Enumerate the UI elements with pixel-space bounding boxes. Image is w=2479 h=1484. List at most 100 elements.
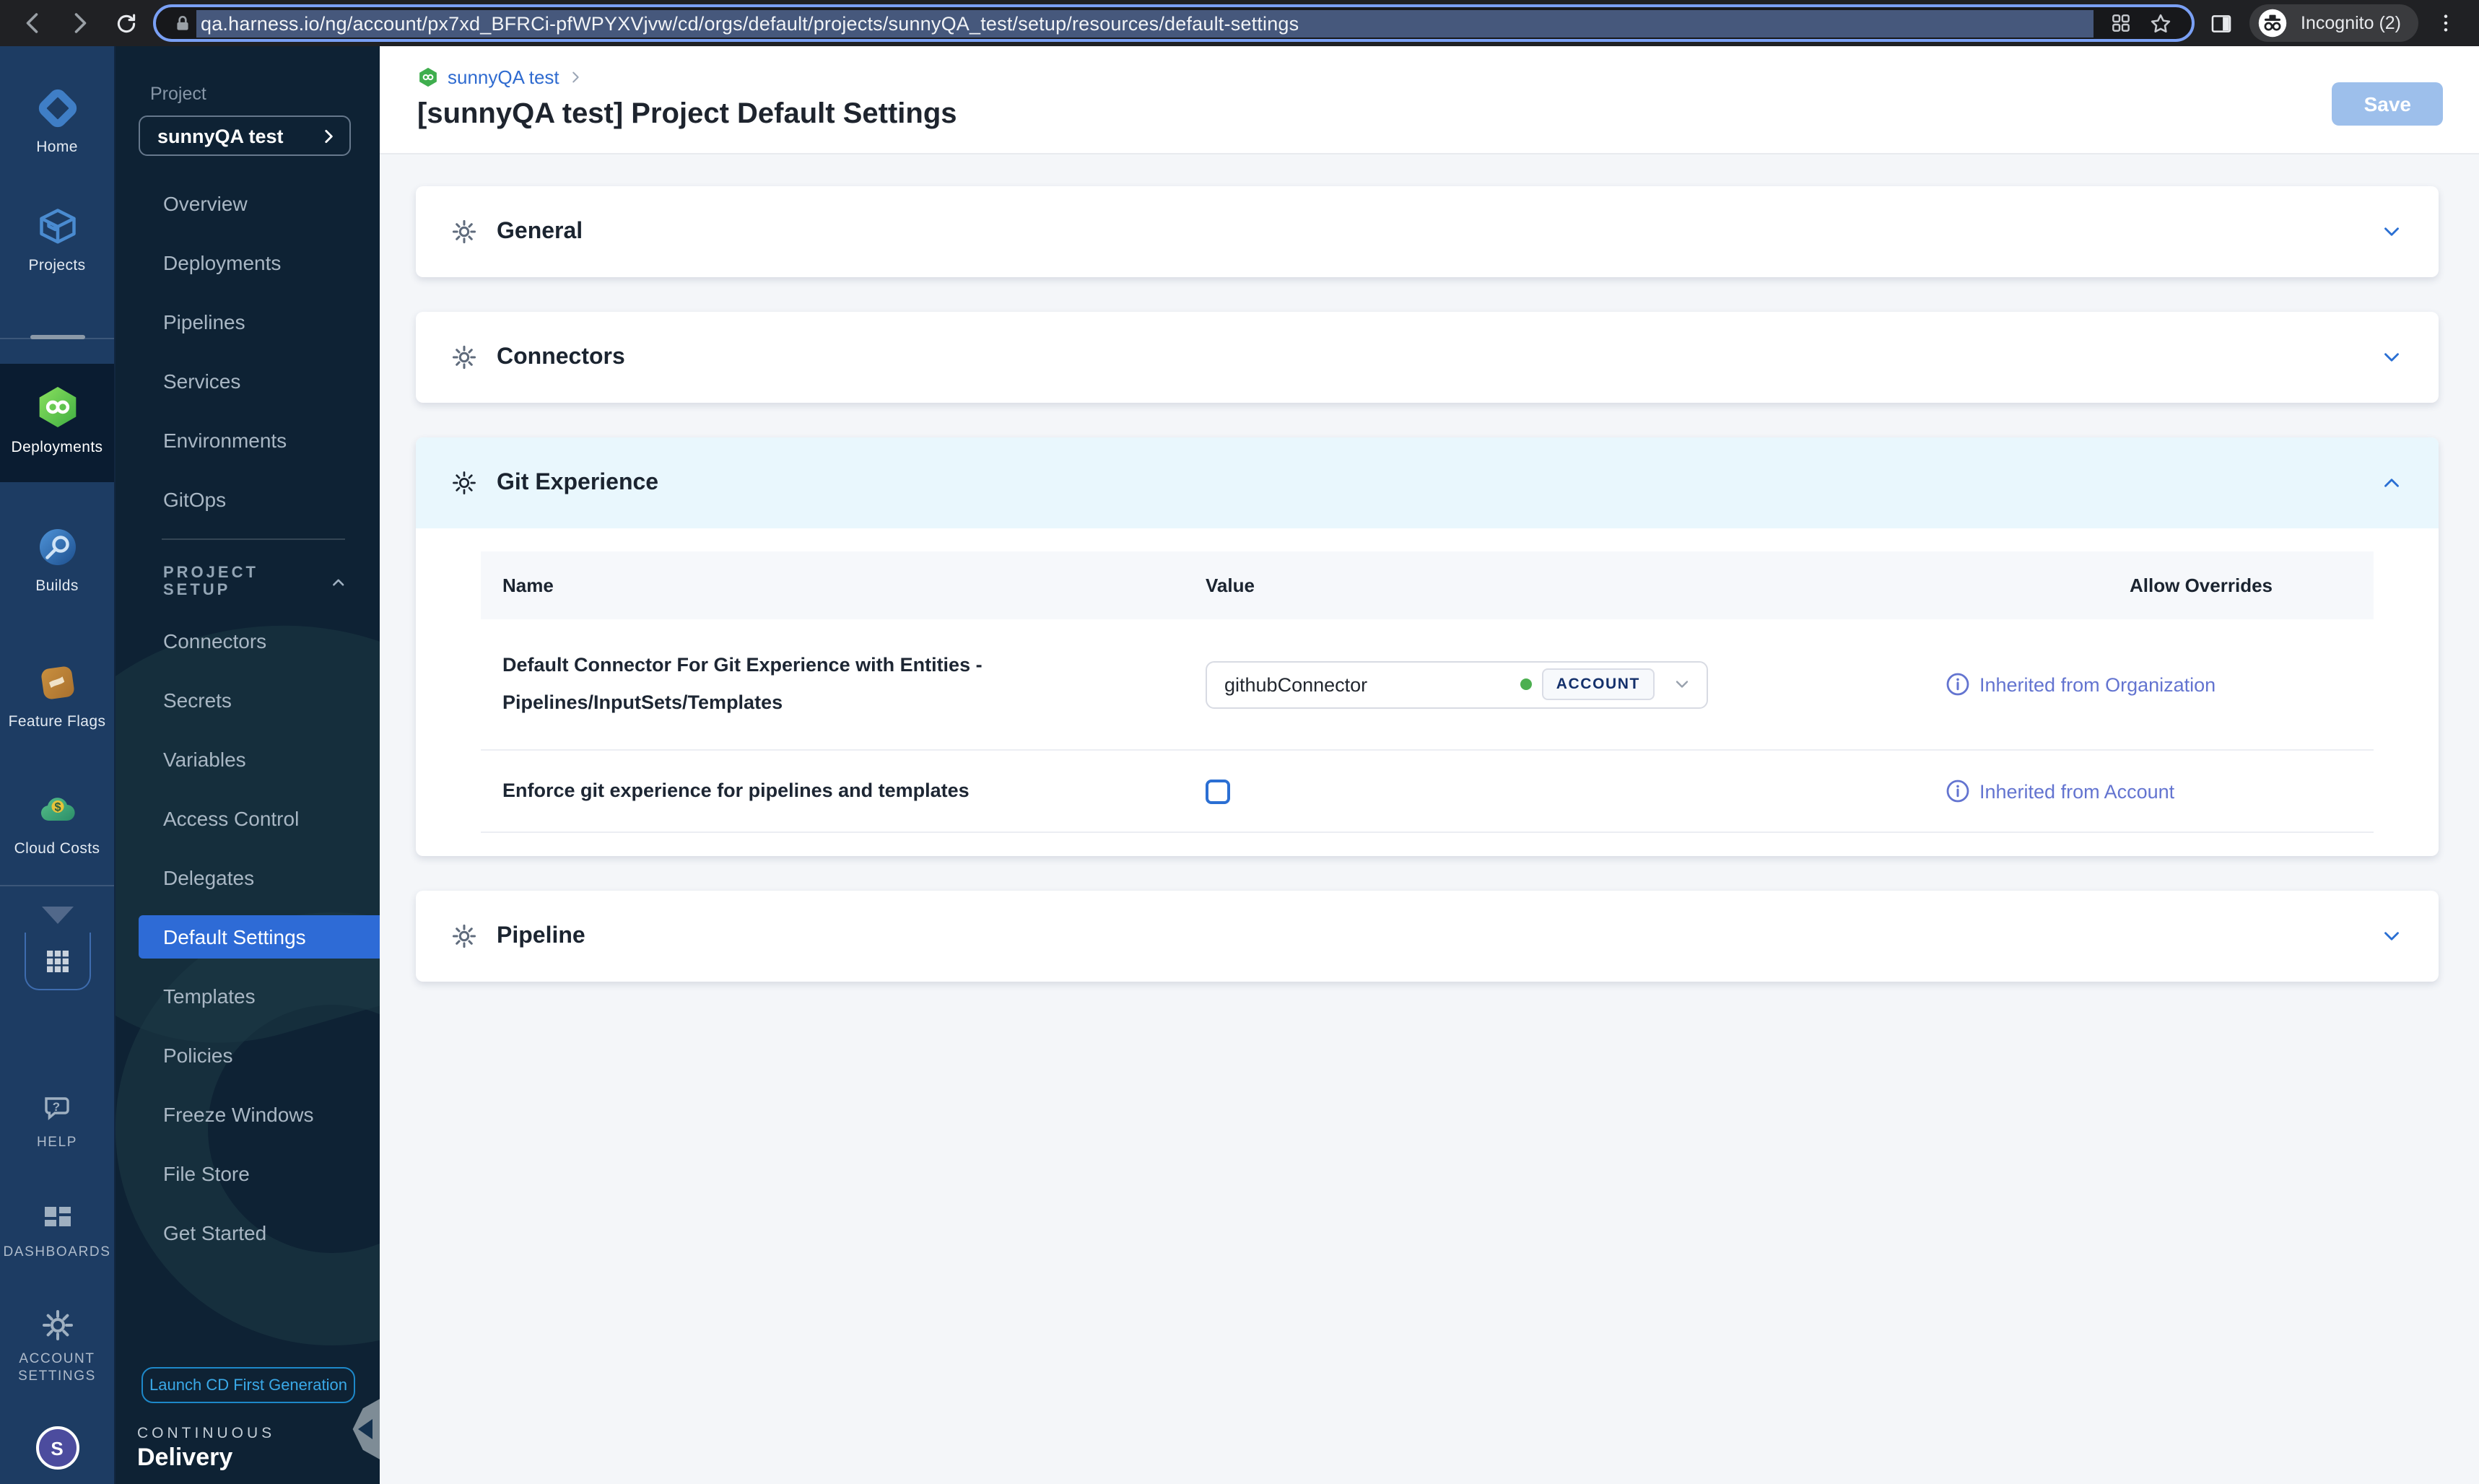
inherited-link[interactable]: Inherited from Account	[1946, 780, 2352, 803]
project-selector-value: sunnyQA test	[157, 125, 284, 147]
nav-item-services[interactable]: Services	[116, 352, 380, 411]
chevron-down-icon	[2379, 219, 2404, 244]
chevron-up-icon	[333, 578, 344, 585]
svg-text:?: ?	[52, 1100, 59, 1114]
section-header-pipeline[interactable]: Pipeline	[416, 891, 2439, 982]
project-setup-list: Connectors Secrets Variables Access Cont…	[116, 612, 380, 1263]
project-setup-heading[interactable]: PROJECT SETUP	[163, 564, 348, 599]
bookmark-star-icon[interactable]	[2142, 7, 2179, 39]
incognito-icon	[2253, 4, 2291, 42]
project-sidebar: Project sunnyQA test Overview Deployment…	[116, 46, 380, 1484]
section-card-git-experience: Git Experience Name Value Allow Override…	[416, 437, 2439, 856]
reload-button[interactable]	[107, 4, 144, 42]
sidebar-item-account-settings[interactable]: ACCOUNT SETTINGS	[0, 1308, 114, 1386]
sidebar-item-dashboards[interactable]: DASHBOARDS	[0, 1201, 114, 1262]
main-content: sunnyQA test [sunnyQA test] Project Defa…	[380, 46, 2479, 1484]
back-button[interactable]	[14, 4, 52, 42]
incognito-badge[interactable]: Incognito (2)	[2249, 4, 2418, 42]
tab-groups-icon[interactable]	[2101, 7, 2139, 39]
nav-item-secrets[interactable]: Secrets	[116, 671, 380, 730]
nav-item-policies[interactable]: Policies	[116, 1026, 380, 1086]
status-dot	[1520, 678, 1532, 690]
browser-toolbar: qa.harness.io/ng/account/px7xd_BFRCi-pfW…	[0, 0, 2479, 46]
nav-item-environments[interactable]: Environments	[116, 411, 380, 471]
connector-select[interactable]: githubConnector ACCOUNT	[1206, 660, 1708, 708]
divider	[162, 538, 345, 540]
nav-item-default-settings[interactable]: Default Settings	[139, 915, 380, 959]
nav-item-freeze-windows[interactable]: Freeze Windows	[116, 1086, 380, 1145]
nav-item-connectors[interactable]: Connectors	[116, 612, 380, 671]
padlock-icon	[167, 7, 196, 39]
feature-flags-icon	[40, 666, 74, 699]
sidebar-item-home[interactable]: Home	[0, 87, 114, 157]
sidebar-item-deployments[interactable]: Deployments	[0, 384, 114, 458]
chevron-right-icon	[325, 129, 333, 142]
section-header-git-experience[interactable]: Git Experience	[416, 437, 2439, 528]
launch-cd-first-gen-button[interactable]: Launch CD First Generation	[141, 1367, 355, 1403]
module-picker-button[interactable]	[24, 933, 90, 990]
breadcrumb-link[interactable]: sunnyQA test	[448, 66, 559, 88]
breadcrumb: sunnyQA test	[417, 66, 2479, 88]
forward-button[interactable]	[61, 4, 98, 42]
table-row: Default Connector For Git Experience wit…	[481, 619, 2374, 749]
sidebar-item-feature-flags[interactable]: Feature Flags	[0, 661, 114, 732]
gear-icon	[42, 1310, 72, 1340]
sidebar-item-builds[interactable]: Builds	[0, 525, 114, 596]
section-title: Git Experience	[497, 470, 659, 494]
browser-menu-icon[interactable]	[2427, 4, 2465, 42]
setting-name: Default Connector For Git Experience wit…	[502, 654, 983, 713]
inherited-link[interactable]: Inherited from Organization	[1946, 673, 2352, 696]
side-panel-icon[interactable]	[2203, 4, 2240, 42]
nav-item-gitops[interactable]: GitOps	[116, 471, 380, 530]
section-title: General	[497, 219, 583, 243]
project-selector[interactable]: sunnyQA test	[139, 115, 351, 156]
user-avatar[interactable]: S	[35, 1426, 79, 1470]
sidebar-item-help[interactable]: ? HELP	[0, 1091, 114, 1152]
nav-item-pipelines[interactable]: Pipelines	[116, 293, 380, 352]
section-header-general[interactable]: General	[416, 186, 2439, 277]
nav-item-deployments[interactable]: Deployments	[116, 234, 380, 293]
enforce-git-checkbox[interactable]	[1206, 779, 1230, 803]
save-button[interactable]: Save	[2332, 82, 2443, 126]
triangle-left-icon	[358, 1419, 372, 1439]
table-header: Name Value Allow Overrides	[481, 551, 2374, 619]
nav-item-overview[interactable]: Overview	[116, 175, 380, 234]
column-header-allow-overrides: Allow Overrides	[2130, 575, 2273, 596]
projects-icon	[39, 209, 75, 244]
section-card-pipeline: Pipeline	[416, 891, 2439, 982]
cloud-costs-icon: $	[40, 798, 74, 821]
setting-name: Enforce git experience for pipelines and…	[502, 780, 970, 802]
sidebar-item-projects[interactable]: Projects	[0, 205, 114, 276]
sidebar-collapse-button[interactable]	[352, 1397, 380, 1462]
gear-icon	[450, 218, 478, 245]
connector-select-value: githubConnector	[1224, 673, 1368, 695]
sidebar-resize-handle[interactable]	[30, 335, 84, 339]
nav-item-get-started[interactable]: Get Started	[116, 1204, 380, 1263]
section-title: Pipeline	[497, 923, 585, 948]
chevron-right-icon	[572, 71, 580, 83]
section-title: Connectors	[497, 344, 625, 369]
settings-content: General Connectors Git Experience Name V…	[380, 154, 2479, 1484]
nav-item-variables[interactable]: Variables	[116, 730, 380, 790]
home-icon	[38, 89, 77, 128]
screen: qa.harness.io/ng/account/px7xd_BFRCi-pfW…	[0, 0, 2479, 1484]
dashboards-icon	[44, 1207, 70, 1226]
git-experience-body: Name Value Allow Overrides Default Conne…	[416, 551, 2439, 856]
chevron-up-icon	[2379, 471, 2404, 495]
sidebar-item-cloud-costs[interactable]: $ Cloud Costs	[0, 788, 114, 859]
nav-item-access-control[interactable]: Access Control	[116, 790, 380, 849]
section-header-connectors[interactable]: Connectors	[416, 312, 2439, 403]
nav-item-delegates[interactable]: Delegates	[116, 849, 380, 908]
nav-item-templates[interactable]: Templates	[116, 967, 380, 1026]
section-card-general: General	[416, 186, 2439, 277]
page-title: [sunnyQA test] Project Default Settings	[417, 98, 957, 130]
cd-module-icon	[419, 67, 437, 87]
nav-item-file-store[interactable]: File Store	[116, 1145, 380, 1204]
url-bar[interactable]: qa.harness.io/ng/account/px7xd_BFRCi-pfW…	[153, 4, 2195, 42]
divider	[481, 832, 2374, 833]
column-header-name: Name	[502, 575, 554, 596]
module-sidebar: Home Projects Deployments Builds Feature…	[0, 46, 116, 1484]
url-text[interactable]: qa.harness.io/ng/account/px7xd_BFRCi-pfW…	[196, 9, 2094, 37]
info-icon	[1946, 780, 1969, 803]
chevron-down-icon[interactable]	[41, 907, 73, 924]
